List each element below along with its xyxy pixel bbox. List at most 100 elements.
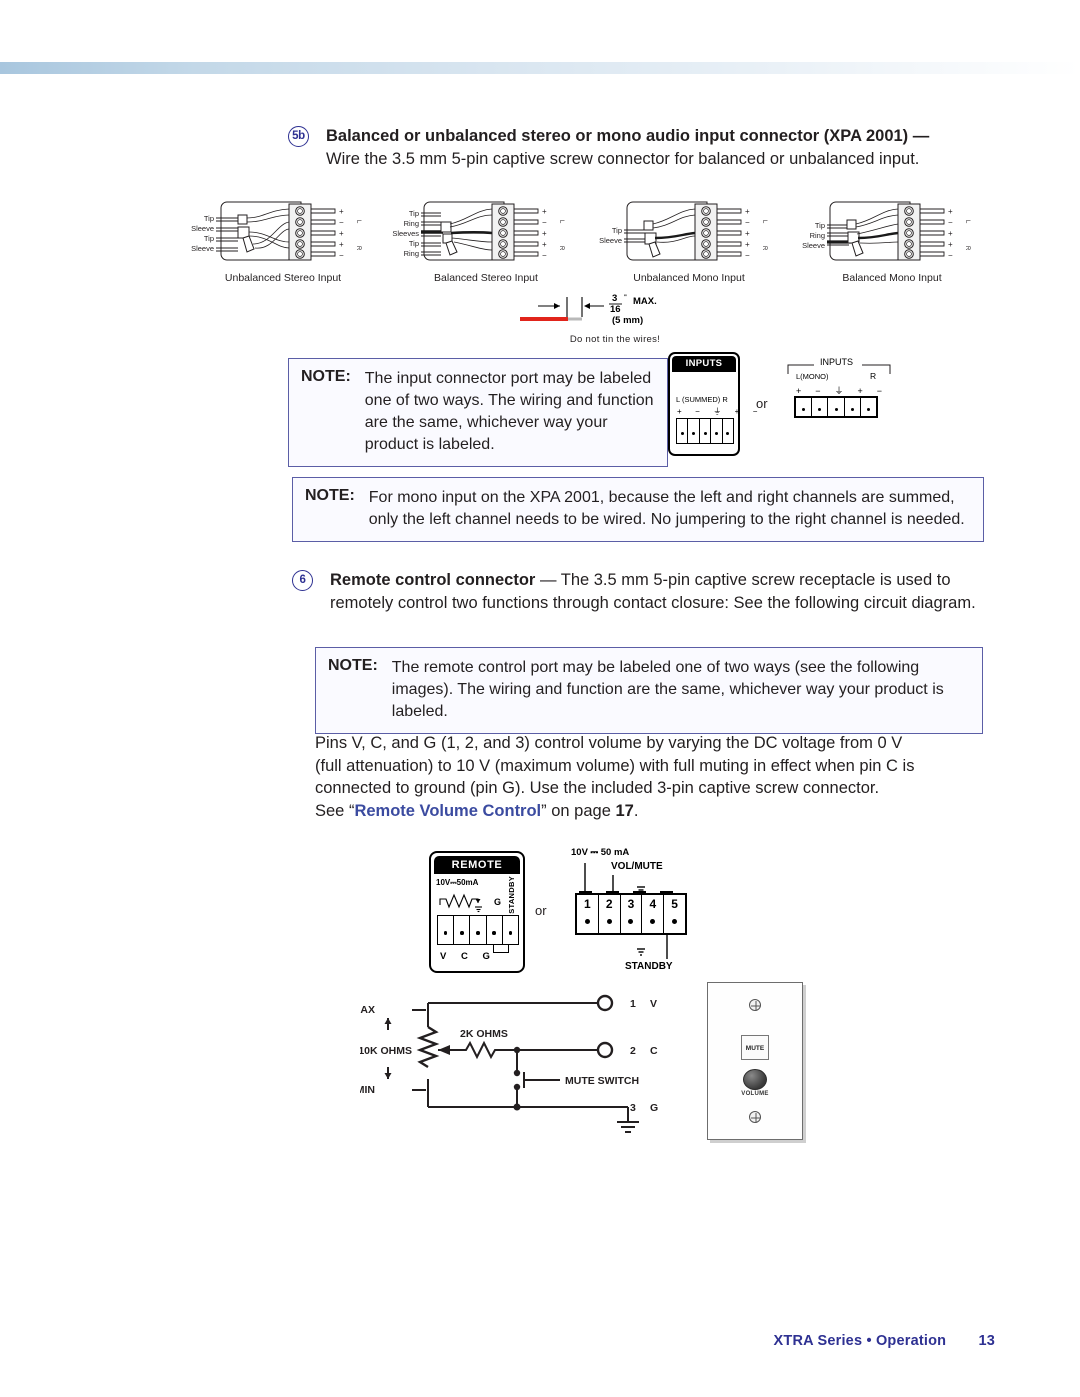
svg-text:L: L [355, 220, 361, 224]
note-text: The input connector port may be labeled … [364, 370, 654, 453]
paragraph-line-3: connected to ground (pin G). Use the inc… [315, 779, 880, 797]
strip-metric: (5 mm) [612, 315, 643, 326]
connector-artwork: + − + + − L R Tip Sleeve Tip Sleeve [185, 196, 381, 266]
see-suffix: . [633, 801, 639, 820]
remote-wall-plate: MUTE VOLUME [707, 982, 803, 1140]
terminal-number: 2 [630, 1045, 636, 1057]
svg-text:+: + [339, 207, 344, 216]
remote-panel-variant-a: REMOTE 10V⎓50mA G STANDBY V C G [429, 851, 525, 973]
note-text: The remote control port may be labeled o… [391, 659, 944, 720]
circuit-max-label: MAX [360, 1004, 375, 1016]
connector-artwork: + − + + − L R Tip Sleeve [591, 196, 787, 266]
wire-label: Ring [810, 231, 825, 240]
remote-terminal-block [437, 915, 519, 945]
terminal-name: C [650, 1045, 658, 1057]
inputs-terminal-block [676, 418, 734, 444]
volume-label: VOLUME [741, 1091, 769, 1097]
mute-button[interactable]: MUTE [741, 1035, 769, 1060]
figure-balanced-stereo-input: + − + + − L R Tip Ring Sleeves Tip Ring Bal… [388, 196, 584, 284]
wire-label: Sleeve [802, 241, 825, 250]
remote-standby-label-b: STANDBY [625, 961, 673, 972]
terminal-cell [796, 398, 813, 416]
header-gradient-bar [0, 62, 1080, 74]
terminal-cell [711, 419, 723, 443]
strip-max-label: MAX. [633, 296, 657, 307]
svg-text:−: − [745, 251, 750, 260]
svg-text:−: − [948, 251, 953, 260]
wire-label: Tip [409, 209, 419, 218]
svg-text:L: L [761, 220, 767, 224]
step-number-badge: 6 [292, 570, 313, 591]
svg-text:L: L [964, 220, 970, 224]
inputs-or-separator: or [756, 396, 768, 411]
page-number: 13 [978, 1333, 995, 1349]
strip-fraction-numerator: 3 [612, 293, 617, 304]
remote-rating-label: 10V⎓50mA [436, 878, 479, 887]
svg-text:+: + [948, 207, 953, 216]
terminal-cell [828, 398, 845, 416]
circuit-resistor-value: 2K OHMS [460, 1028, 508, 1040]
paragraph-line-1: Pins V, C, and G (1, 2, and 3) control v… [315, 734, 903, 752]
wire-label: Tip [815, 221, 825, 230]
document-page: 5b Balanced or unbalanced stereo or mono… [0, 0, 1080, 1397]
inputs-panel-header: INPUTS [820, 357, 854, 367]
volume-knob[interactable] [743, 1069, 767, 1090]
circuit-mute-switch-label: MUTE SWITCH [565, 1075, 639, 1087]
inputs-right-label: R [870, 371, 877, 381]
connector-figures-row: + − + + − L R Tip Sleeve Tip Sleeve Unbalan… [185, 196, 995, 286]
wire-label: Tip [204, 214, 214, 223]
svg-text:L: L [558, 220, 564, 224]
page-footer: XTRA Series • Operation 13 [774, 1333, 995, 1349]
remote-panel-header: REMOTE [434, 856, 520, 874]
terminal-cell [723, 419, 733, 443]
terminal-cell [688, 419, 700, 443]
section-6-title: Remote control connector [330, 571, 536, 589]
svg-text:+: + [745, 229, 750, 238]
wire-label: Tip [204, 234, 214, 243]
connector-artwork: + − + + − L R Tip Ring Sleeve [794, 196, 990, 266]
remote-pin-labels: V C G [440, 951, 496, 962]
svg-text:+: + [339, 229, 344, 238]
strip-warning: Do not tin the wires! [569, 334, 661, 345]
svg-text:": " [624, 295, 627, 301]
pin-cell: 1 [577, 895, 599, 933]
figure-caption: Balanced Mono Input [842, 272, 942, 284]
wire-label: Sleeves [392, 229, 419, 238]
pin-cell: 4 [642, 895, 665, 933]
figure-unbalanced-mono-input: + − + + − L R Tip Sleeve Unbalanced Mono In… [591, 196, 787, 284]
see-prefix: See “ [315, 801, 355, 820]
remote-volume-control-link[interactable]: Remote Volume Control [354, 802, 541, 820]
pin-number: 5 [671, 897, 678, 911]
footer-title: XTRA Series • Operation [773, 1333, 947, 1349]
inputs-channel-line: L (SUMMED) R [676, 395, 728, 404]
inputs-panel-variant-b: INPUTS L(MONO) R + − ⏚ + − [786, 357, 896, 420]
note-label: NOTE: [305, 487, 355, 504]
terminal-cell [700, 419, 712, 443]
terminal-name: G [650, 1102, 658, 1114]
terminal-cell [470, 916, 487, 944]
remote-standby-label: STANDBY [507, 876, 516, 914]
pin-number: 1 [584, 897, 591, 911]
figure-balanced-mono-input: + − + + − L R Tip Ring Sleeve Balanced Mono… [794, 196, 990, 284]
pin-number: 4 [649, 897, 657, 911]
svg-text:+: + [745, 240, 750, 249]
wire-label: Sleeve [599, 236, 622, 245]
inputs-panel-variant-a: INPUTS L (SUMMED) R + − ⏚ + − [668, 352, 757, 456]
inputs-panel-header: INPUTS [672, 356, 736, 372]
note-label: NOTE: [328, 657, 378, 674]
svg-text:−: − [542, 218, 547, 227]
screw-icon [749, 1111, 761, 1123]
svg-text:−: − [542, 251, 547, 260]
svg-text:−: − [745, 218, 750, 227]
svg-text:R: R [355, 246, 361, 251]
inputs-terminal-block [794, 396, 878, 418]
svg-text:R: R [761, 246, 767, 251]
inputs-panel-variants: INPUTS L (SUMMED) R + − ⏚ + − or INPUTS … [668, 352, 898, 460]
remote-pin-block: 1 2 3 4 5 [575, 893, 687, 935]
remote-panel-variants: REMOTE 10V⎓50mA G STANDBY V C G or 10V ⎓… [425, 845, 715, 975]
svg-text:+: + [542, 229, 547, 238]
terminal-cell [487, 916, 503, 944]
figure-caption: Unbalanced Stereo Input [224, 272, 342, 284]
section-6: 6 Remote control connector — The 3.5 mm … [292, 568, 992, 614]
note-box-remote-labeling: NOTE: The remote control port may be lab… [315, 647, 983, 734]
